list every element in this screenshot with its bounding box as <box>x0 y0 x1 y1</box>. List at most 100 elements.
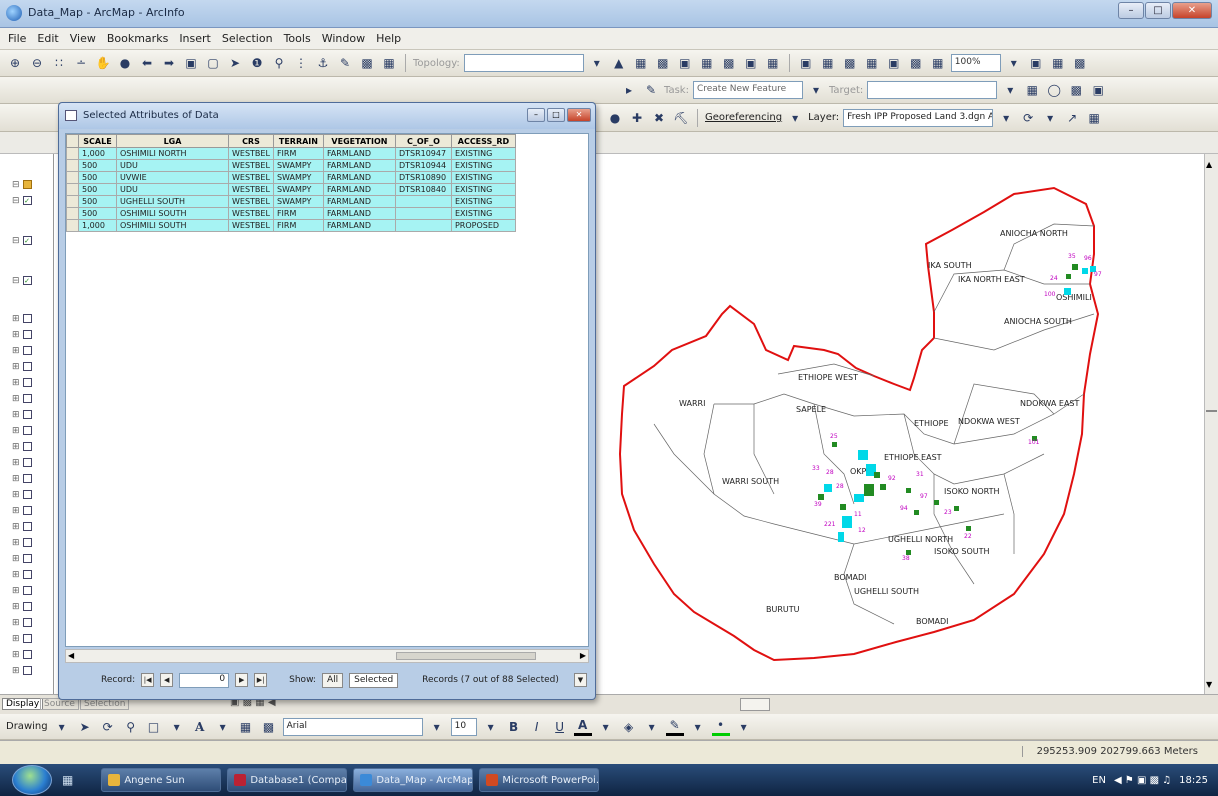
topology-tool-icon[interactable]: ▲ <box>610 54 628 72</box>
table-cell[interactable]: EXISTING <box>450 159 516 172</box>
table-cell[interactable]: OSHIMILI NORTH <box>116 147 229 160</box>
table-cell[interactable]: WESTBEL <box>228 207 274 220</box>
rectangle-icon[interactable]: □ <box>145 718 163 736</box>
identify-icon[interactable]: ❶ <box>248 54 266 72</box>
toc-layer[interactable]: ⊞ <box>12 538 32 548</box>
table-row[interactable]: 500 UGHELLI SOUTH WESTBEL SWAMPY FARMLAND EXI… <box>66 195 516 208</box>
map-point[interactable] <box>874 472 880 478</box>
table-cell[interactable]: FIRM <box>272 147 324 160</box>
table-cell[interactable]: EXISTING <box>450 183 516 196</box>
table-cell[interactable]: DTSR10890 <box>394 171 452 184</box>
select-features-icon[interactable]: ▣ <box>182 54 200 72</box>
pencil-icon[interactable]: ✎ <box>336 54 354 72</box>
fill-color-icon[interactable]: ◈ <box>620 718 638 736</box>
table-cell[interactable]: UGHELLI SOUTH <box>116 195 229 208</box>
table-cell[interactable]: WESTBEL <box>228 219 274 232</box>
shift-icon[interactable]: ↗ <box>1063 109 1081 127</box>
globe-icon[interactable]: ● <box>606 109 624 127</box>
scroll-thumb[interactable] <box>1206 410 1217 412</box>
language-indicator[interactable]: EN <box>1092 775 1106 786</box>
dropdown-arrow-icon[interactable]: ▾ <box>214 718 232 736</box>
table-cell[interactable]: 500 <box>78 171 117 184</box>
map-point[interactable] <box>864 484 874 496</box>
edit-split-icon[interactable]: ▦ <box>1023 81 1041 99</box>
row-selector-header[interactable] <box>66 134 79 148</box>
edit-rotate-icon[interactable]: ◯ <box>1045 81 1063 99</box>
dropdown-arrow-icon[interactable]: ▾ <box>643 718 661 736</box>
map-point[interactable] <box>832 442 837 447</box>
table-cell[interactable]: EXISTING <box>450 207 516 220</box>
layout-back-icon[interactable]: ▩ <box>907 54 925 72</box>
row-selector[interactable] <box>66 159 79 172</box>
map-point[interactable] <box>818 494 824 500</box>
table-cell[interactable] <box>394 207 452 220</box>
table-cell[interactable]: SWAMPY <box>272 171 324 184</box>
dropdown-arrow-icon[interactable]: ▾ <box>168 718 186 736</box>
table-cell[interactable]: WESTBEL <box>228 159 274 172</box>
table-row[interactable]: 1,000 OSHIMILI SOUTH WESTBEL FIRM FARMLAND PR… <box>66 219 516 232</box>
row-selector[interactable] <box>66 147 79 160</box>
table-cell[interactable]: SWAMPY <box>272 159 324 172</box>
zoom-out-icon[interactable]: ⊖ <box>28 54 46 72</box>
full-extent-icon[interactable]: ● <box>116 54 134 72</box>
toc-layer[interactable]: ⊟ ✓ <box>12 276 32 286</box>
start-button[interactable] <box>12 765 52 795</box>
toc-layer[interactable]: ⊞ <box>12 458 32 468</box>
table-cell[interactable]: FARMLAND <box>322 171 396 184</box>
table-cell[interactable]: OSHIMILI SOUTH <box>116 219 229 232</box>
table-cell[interactable]: WESTBEL <box>228 195 274 208</box>
next-record-button[interactable]: ▶ <box>235 673 249 687</box>
select-elements-icon[interactable]: ➤ <box>76 718 94 736</box>
row-selector[interactable] <box>66 219 79 232</box>
dropdown-arrow-icon[interactable]: ▾ <box>482 718 500 736</box>
edit-attributes-icon[interactable]: ▩ <box>1067 81 1085 99</box>
table-cell[interactable]: PROPOSED <box>450 219 516 232</box>
scroll-left-icon[interactable]: ◀ <box>68 651 74 660</box>
attr-close-button[interactable]: ✕ <box>567 108 591 122</box>
toc-layer[interactable]: ⊞ <box>12 570 32 580</box>
toc-layer[interactable]: ⊞ <box>12 410 32 420</box>
menu-window[interactable]: Window <box>322 32 365 45</box>
map-point[interactable] <box>838 532 844 542</box>
dropdown-arrow-icon[interactable]: ▾ <box>428 718 446 736</box>
map-vertical-scrollbar[interactable]: ▲ ▼ <box>1204 154 1218 694</box>
table-cell[interactable]: UVWIE <box>116 171 229 184</box>
scroll-up-icon[interactable]: ▲ <box>1206 160 1212 169</box>
table-cell[interactable]: UDU <box>116 183 229 196</box>
menu-file[interactable]: File <box>8 32 26 45</box>
menu-edit[interactable]: Edit <box>37 32 58 45</box>
taskbar-item[interactable]: Data_Map - ArcMap... <box>353 768 474 792</box>
text-tool-icon[interactable]: A <box>191 718 209 736</box>
close-button[interactable]: ✕ <box>1172 2 1212 19</box>
scroll-down-icon[interactable]: ▼ <box>1206 680 1212 689</box>
map-point[interactable] <box>842 516 852 528</box>
add-control-points-icon[interactable]: ✚ <box>628 109 646 127</box>
table-cell[interactable]: WESTBEL <box>228 147 274 160</box>
tab-display[interactable]: Display <box>2 698 44 710</box>
taskbar-item[interactable]: Microsoft PowerPoi... <box>479 768 600 792</box>
toc-layer[interactable]: ⊞ <box>12 602 32 612</box>
map-point[interactable] <box>840 504 846 510</box>
pan-icon[interactable]: ✋ <box>94 54 112 72</box>
previous-record-button[interactable]: ◀ <box>160 673 174 687</box>
table-cell[interactable]: 1,000 <box>78 147 117 160</box>
back-extent-icon[interactable]: ⬅ <box>138 54 156 72</box>
row-selector[interactable] <box>66 171 79 184</box>
table-cell[interactable]: FARMLAND <box>322 195 396 208</box>
toc-layer[interactable]: ⊞ <box>12 378 32 388</box>
menu-bookmarks[interactable]: Bookmarks <box>107 32 168 45</box>
layout-forward-icon[interactable]: ▦ <box>929 54 947 72</box>
toc-layer[interactable]: ⊟ ✓ <box>12 196 32 206</box>
table-cell[interactable]: DTSR10944 <box>394 159 452 172</box>
menu-view[interactable]: View <box>70 32 96 45</box>
layout-extent-icon[interactable]: ▣ <box>885 54 903 72</box>
forward-extent-icon[interactable]: ➡ <box>160 54 178 72</box>
font-color-icon[interactable]: A <box>573 718 592 736</box>
show-all-button[interactable]: All <box>321 672 344 688</box>
map-point[interactable] <box>1072 264 1078 270</box>
map-point[interactable] <box>914 510 919 515</box>
dropdown-arrow-icon[interactable]: ▾ <box>997 109 1015 127</box>
table-cell[interactable] <box>394 219 452 232</box>
table-cell[interactable]: SWAMPY <box>272 195 324 208</box>
fixed-zoom-in-icon[interactable]: ∷ <box>50 54 68 72</box>
